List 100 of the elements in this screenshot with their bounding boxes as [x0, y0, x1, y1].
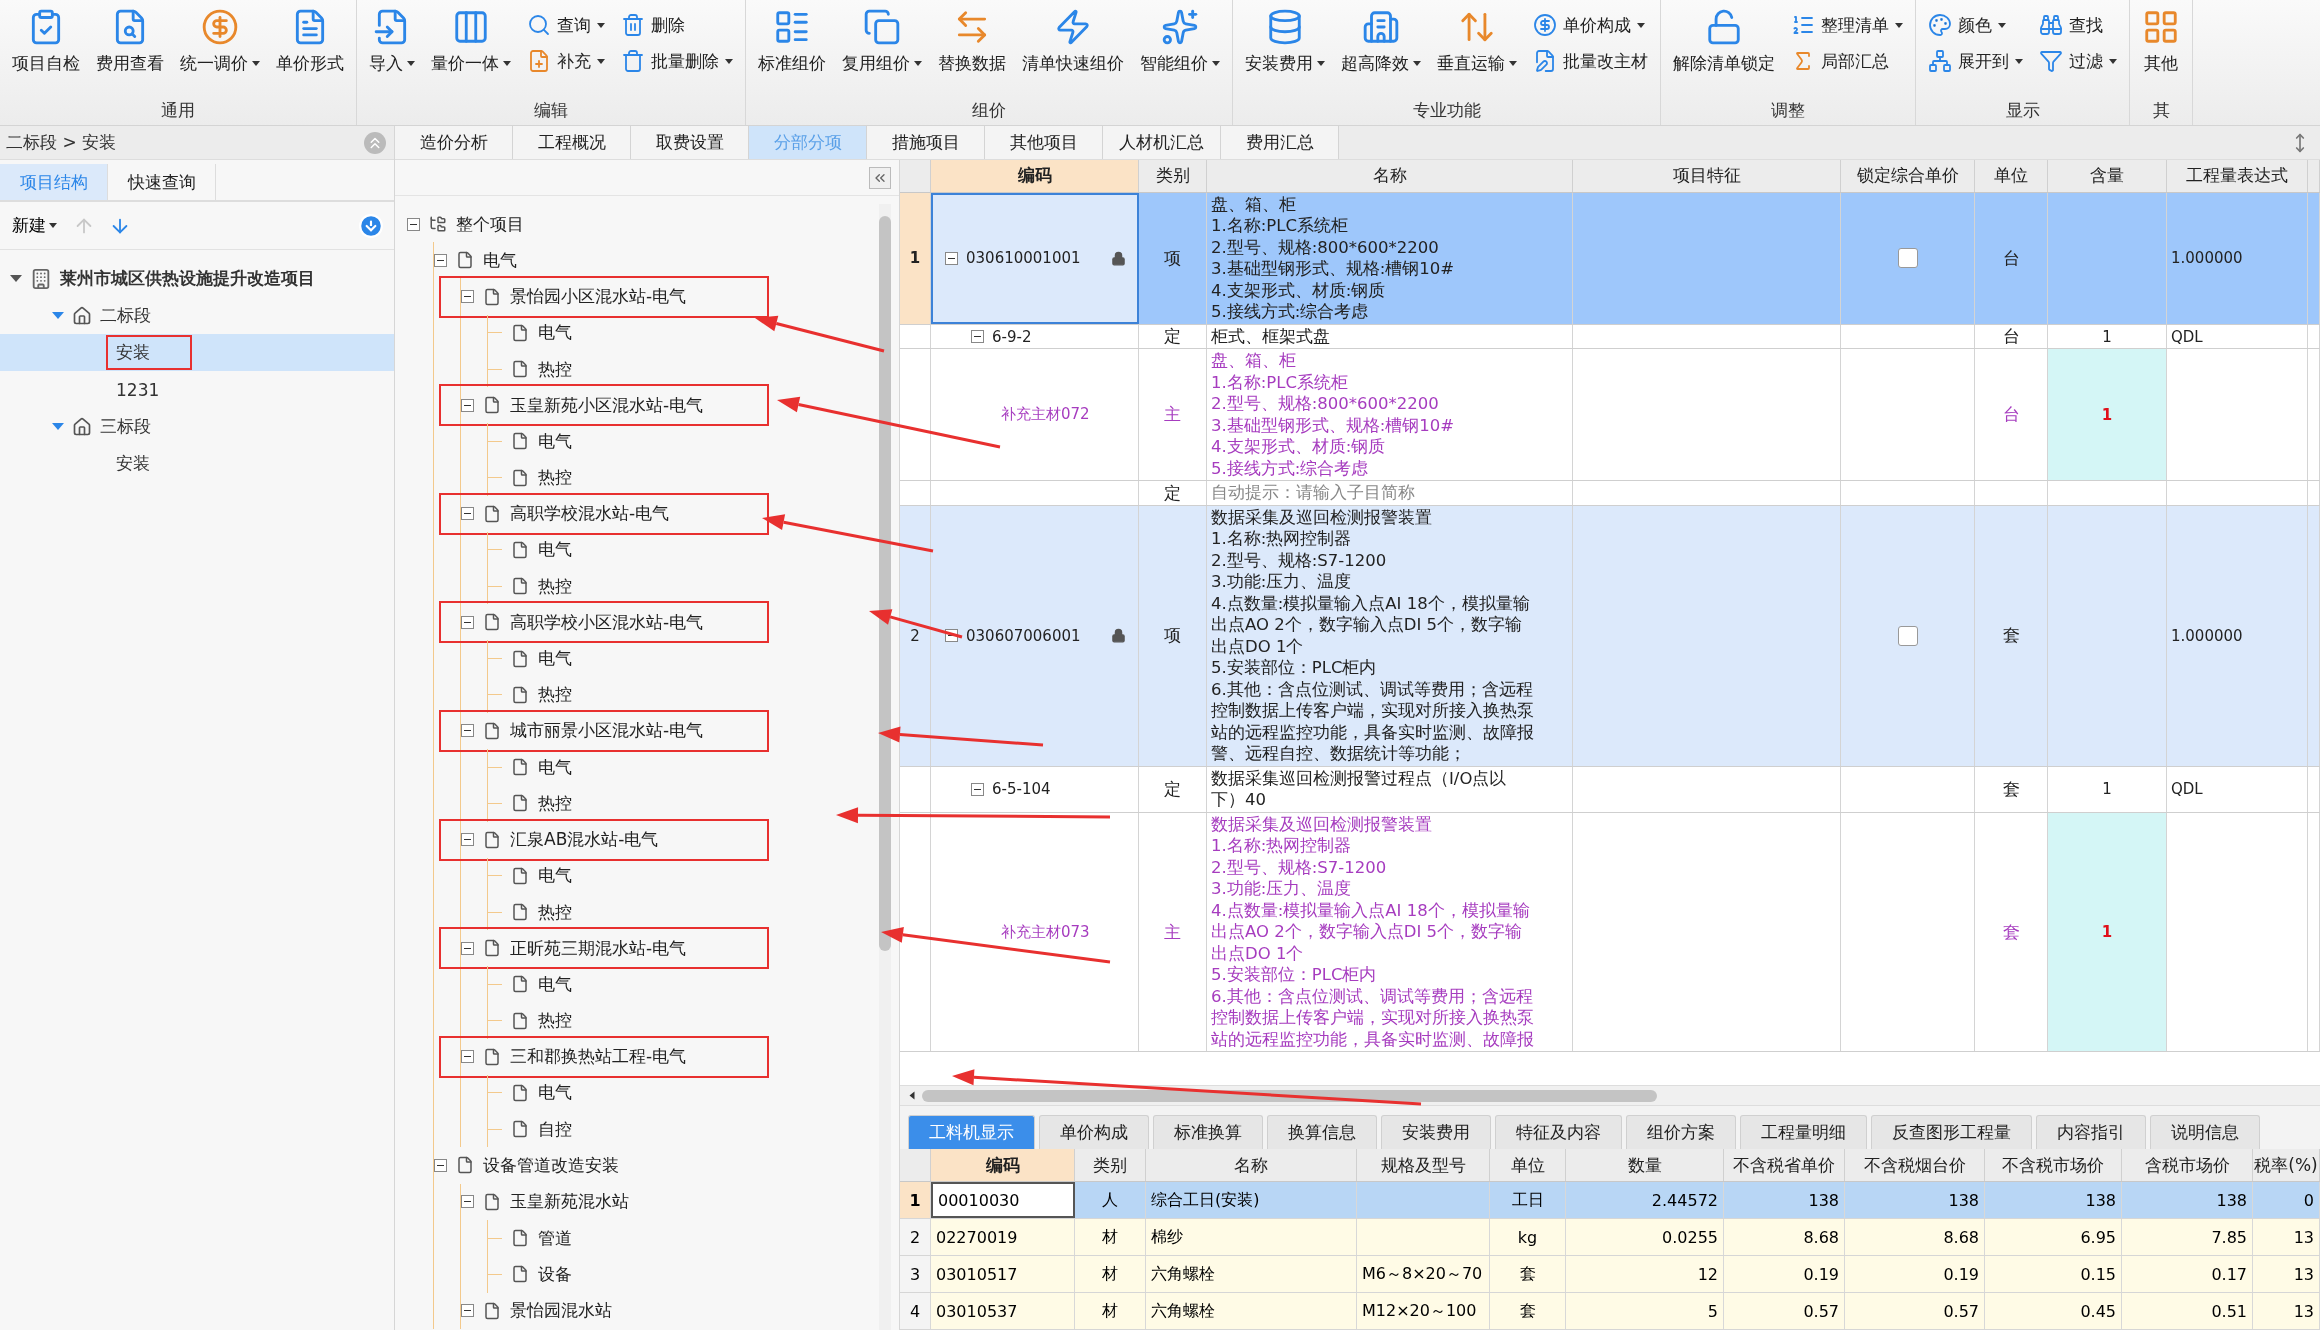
- tree-item[interactable]: 热控: [488, 785, 572, 822]
- grid-row[interactable]: 补充主材072 主 盘、箱、柜 1.名称:PLC系统柜 2.型号、规格:800*600*2200 3.基础型钢形式、规格:槽钢10# 4.支架形式、材质:钢质 5.接线方式:综合考虑 台 1: [900, 349, 2320, 482]
- tree-item[interactable]: 安装: [0, 334, 394, 371]
- tree-item[interactable]: 安装: [0, 445, 394, 482]
- ribbon-button[interactable]: 统一调价: [174, 4, 266, 79]
- tree-item[interactable]: 电气: [488, 966, 572, 1003]
- tab[interactable]: 工程概况: [513, 126, 631, 159]
- grid-row[interactable]: 6-9-2 定 柜式、框架式盘 台 1 QDL: [900, 324, 2320, 350]
- tab[interactable]: 组价方案: [1626, 1115, 1736, 1150]
- grid-row[interactable]: 补充主材073 主 数据采集及巡回检测报警装置 1.名称:热网控制器 2.型号、规格:S7-1200 3.功能:压力、温度 4.点数量:模拟量输入点AI 18个，模拟量输出点AO 2个，数字输入点DI 5个，数字输出点DO 1个 5.安装部位：PLC柜内 6.其他：含点位测试、调试等费用；含远程控制数据上传客户端，实现对所接入换热泵站的远程监控功能，具备实时监测、故障报 套 1: [900, 812, 2320, 1053]
- ribbon-button[interactable]: 批量改主材: [1527, 46, 1654, 76]
- collapse-icon[interactable]: [971, 782, 984, 796]
- collapse-icon[interactable]: [461, 833, 474, 847]
- ribbon-button[interactable]: 补充: [521, 46, 611, 76]
- new-button[interactable]: 新建: [10, 212, 59, 239]
- tree-item[interactable]: 莱州市城区供热设施提升改造项目: [0, 260, 394, 297]
- tab[interactable]: 其他项目: [985, 126, 1103, 159]
- ribbon-button[interactable]: 单价形式: [270, 4, 350, 79]
- grid-row[interactable]: 2 02270019 材 棉纱 kg 0.0255 8.68 8.68 6.95 7.85 13: [900, 1219, 2320, 1257]
- ribbon-button[interactable]: 删除: [615, 10, 739, 40]
- ribbon-button[interactable]: 智能组价: [1134, 4, 1226, 79]
- collapse-icon[interactable]: [971, 330, 984, 344]
- tab[interactable]: 反查图形工程量: [1871, 1115, 2032, 1150]
- collapse-icon[interactable]: [461, 615, 474, 629]
- tab[interactable]: 人材机汇总: [1103, 126, 1221, 159]
- ribbon-button[interactable]: 颜色: [1922, 10, 2029, 40]
- collapse-icon[interactable]: [461, 507, 474, 521]
- checkbox[interactable]: [1897, 248, 1918, 269]
- ribbon-button[interactable]: 解除清单锁定: [1667, 4, 1781, 79]
- ribbon-button[interactable]: 量价一体: [425, 4, 517, 79]
- tree-item[interactable]: 自控: [488, 1111, 572, 1148]
- tree-item[interactable]: 三和郡换热站工程-电气: [461, 1038, 687, 1075]
- tree-item[interactable]: 城市丽景小区混水站-电气: [461, 712, 704, 750]
- tab[interactable]: 工程量明细: [1740, 1115, 1867, 1150]
- ribbon-button[interactable]: 整理清单: [1785, 10, 1909, 40]
- tree-item[interactable]: 电气: [434, 242, 517, 279]
- collapse-icon[interactable]: [461, 724, 474, 738]
- tree-item[interactable]: 电气: [488, 857, 572, 894]
- tree-item[interactable]: 电气: [488, 531, 572, 569]
- tree-item[interactable]: 整个项目: [407, 206, 524, 243]
- ribbon-button[interactable]: 替换数据: [932, 4, 1012, 79]
- left-arrow-icon[interactable]: [909, 1091, 915, 1100]
- ribbon-button[interactable]: 复用组价: [836, 4, 928, 79]
- tree-item[interactable]: 三标段: [0, 408, 394, 445]
- collapse-icon[interactable]: [461, 1050, 474, 1064]
- tree-item[interactable]: 景怡园小区混水站-电气: [461, 278, 687, 315]
- collapse-button[interactable]: [869, 166, 891, 189]
- tree-item[interactable]: 设备管道改造安装: [434, 1147, 619, 1184]
- collapse-icon[interactable]: [461, 1304, 474, 1318]
- tab[interactable]: 措施项目: [867, 126, 985, 159]
- collapse-icon[interactable]: [407, 217, 420, 231]
- tree-item[interactable]: 汇泉AB混水站-电气: [461, 821, 659, 858]
- grid-row[interactable]: 4 03010537 材 六角螺栓 M12×20～100 套 5 0.57 0.57 0.45 0.51 13: [900, 1293, 2320, 1330]
- tab[interactable]: 换算信息: [1267, 1115, 1377, 1150]
- grid-row[interactable]: 1 00010030 人 综合工日(安装) 工日 2.44572 138 138 138 138 0: [900, 1182, 2320, 1220]
- tree-item[interactable]: 设备: [488, 1256, 572, 1293]
- ribbon-button[interactable]: 清单快速组价: [1016, 4, 1130, 79]
- grid-row[interactable]: 3 03010517 材 六角螺栓 M6～8×20～70 套 12 0.19 0.19 0.15 0.17 13: [900, 1256, 2320, 1294]
- tree-item[interactable]: 热控: [488, 568, 572, 605]
- grid-row[interactable]: 1 030610001001 项 盘、箱、柜 1.名称:PLC系统柜 2.型号、规格:800*600*2200 3.基础型钢形式、规格:槽钢10# 4.支架形式、材质:钢质 5.接线方式:综合考虑 台 1.000000: [900, 192, 2320, 325]
- tree-item[interactable]: 热控: [488, 350, 572, 388]
- tab[interactable]: 造价分析: [395, 126, 513, 159]
- grid-row[interactable]: [900, 505, 2320, 767]
- ribbon-button[interactable]: 单价构成: [1527, 10, 1654, 40]
- tree-item[interactable]: 电气: [488, 748, 572, 786]
- tab[interactable]: 特征及内容: [1495, 1115, 1622, 1150]
- scrollbar[interactable]: [879, 204, 891, 1330]
- collapse-icon[interactable]: [945, 251, 958, 265]
- collapse-icon[interactable]: [434, 253, 447, 267]
- ribbon-button[interactable]: 展开到: [1922, 46, 2029, 76]
- tree-item[interactable]: 热控: [488, 893, 572, 931]
- ribbon-button[interactable]: 项目自检: [6, 4, 86, 79]
- tab[interactable]: 内容指引: [2036, 1115, 2146, 1150]
- toggle-icon[interactable]: [52, 423, 64, 430]
- tree-item[interactable]: 1231: [0, 371, 394, 408]
- tree-item[interactable]: 景怡园混水站: [461, 1292, 612, 1329]
- ribbon-button[interactable]: 查询: [521, 10, 611, 40]
- tab[interactable]: 说明信息: [2150, 1115, 2260, 1150]
- ribbon-button[interactable]: 过滤: [2033, 46, 2123, 76]
- tree-item[interactable]: 电气: [488, 640, 572, 677]
- tree-item[interactable]: 电气: [488, 314, 572, 351]
- tree-item[interactable]: 正昕苑三期混水站-电气: [461, 930, 687, 967]
- tree-item[interactable]: 管道: [488, 1219, 572, 1257]
- ribbon-button[interactable]: 批量删除: [615, 46, 739, 76]
- tree-item[interactable]: 高职学校小区混水站-电气: [461, 604, 704, 641]
- tab[interactable]: 取费设置: [631, 126, 749, 159]
- toggle-icon[interactable]: [10, 275, 22, 282]
- tab[interactable]: 费用汇总: [1221, 126, 1339, 159]
- tab[interactable]: 单价构成: [1039, 1115, 1149, 1150]
- ribbon-button[interactable]: 费用查看: [90, 4, 170, 79]
- ribbon-button[interactable]: 超高降效: [1335, 4, 1427, 79]
- tree-item[interactable]: 玉皇新苑混水站: [461, 1183, 629, 1220]
- ribbon-button[interactable]: 标准组价: [752, 4, 832, 79]
- ribbon-button[interactable]: 查找: [2033, 10, 2123, 40]
- download-icon[interactable]: [358, 212, 384, 239]
- ribbon-button[interactable]: 安装费用: [1239, 4, 1331, 79]
- ribbon-button[interactable]: 局部汇总: [1785, 46, 1909, 76]
- tree-item[interactable]: 高职学校混水站-电气: [461, 495, 670, 532]
- tree-item[interactable]: 热控: [488, 459, 572, 496]
- checkbox[interactable]: [1897, 625, 1918, 646]
